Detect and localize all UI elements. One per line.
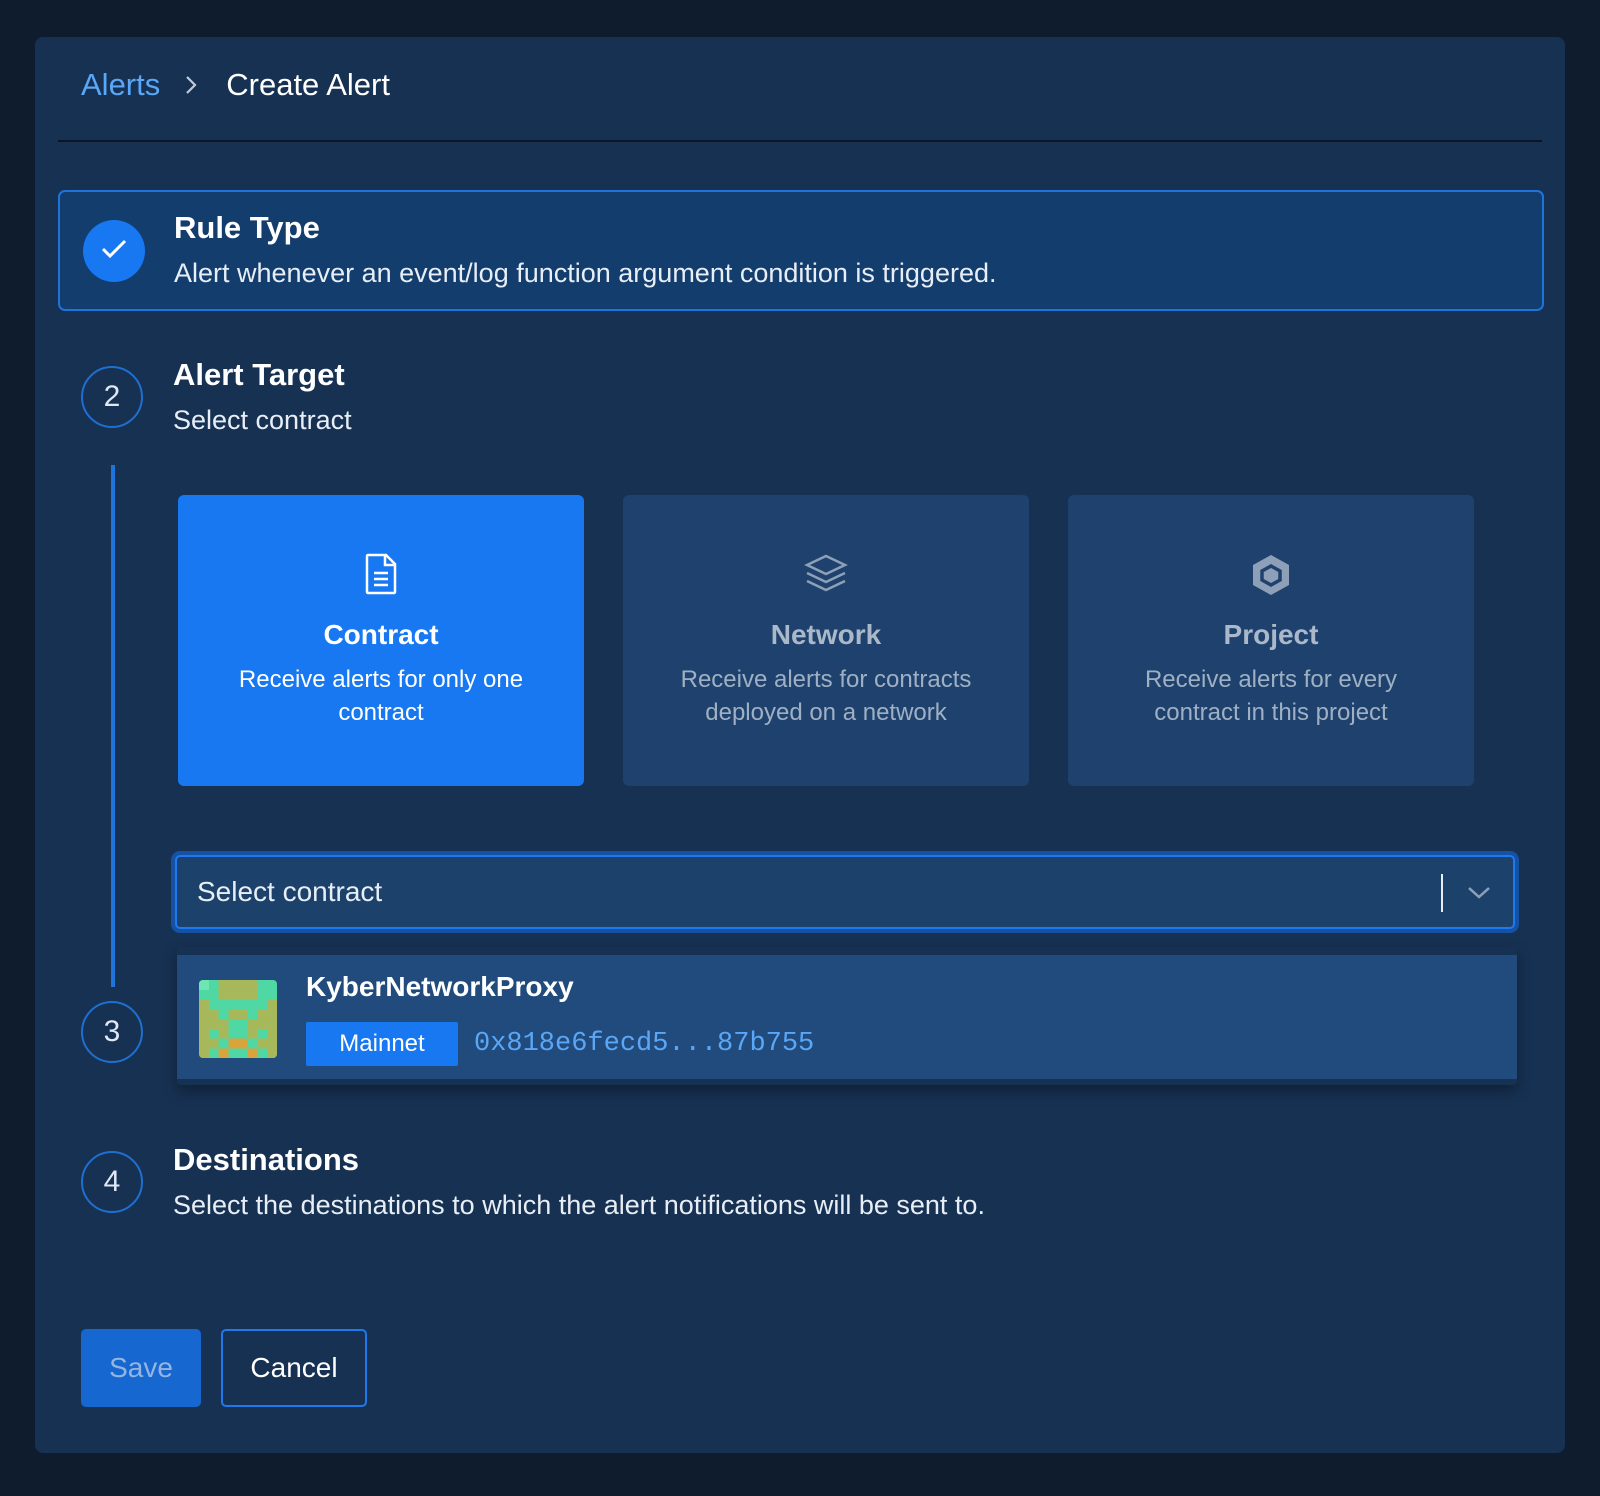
page-title: Create Alert [226, 67, 390, 102]
target-option-description: Receive alerts for only one contract [238, 666, 524, 726]
document-icon [364, 553, 398, 597]
network-badge: Mainnet [306, 1022, 458, 1066]
contract-dropdown-menu: KyberNetworkProxy Mainnet 0x818e6fecd5..… [177, 947, 1517, 1085]
contract-address: 0x818e6fecd5...87b755 [474, 1029, 815, 1059]
step-timeline [111, 465, 115, 987]
target-option-contract[interactable]: Contract Receive alerts for only one con… [178, 495, 584, 786]
step-completed-badge [83, 220, 145, 282]
contract-avatar-identicon [199, 980, 277, 1058]
contract-name: KyberNetworkProxy [306, 971, 574, 1002]
cancel-button[interactable]: Cancel [221, 1329, 367, 1407]
breadcrumb-alerts-link[interactable]: Alerts [81, 67, 160, 103]
chevron-right-icon [184, 74, 198, 96]
target-option-network[interactable]: Network Receive alerts for contracts dep… [623, 495, 1029, 786]
save-button[interactable]: Save [81, 1329, 201, 1407]
step-title: Rule Type [174, 210, 320, 245]
layers-icon [804, 553, 848, 597]
target-option-title: Contract [323, 619, 439, 650]
step-title-destinations: Destinations [173, 1142, 360, 1177]
contract-select-placeholder: Select contract [197, 876, 383, 907]
step-title-alert-target: Alert Target [173, 357, 345, 392]
breadcrumb: Alerts Create Alert [81, 67, 390, 103]
contract-option[interactable]: KyberNetworkProxy Mainnet 0x818e6fecd5..… [177, 955, 1517, 1079]
select-separator [1441, 874, 1443, 912]
step-number-4: 4 [81, 1151, 143, 1213]
create-alert-panel: Alerts Create Alert Rule Type Alert when… [35, 37, 1565, 1453]
target-option-project[interactable]: Project Receive alerts for every contrac… [1068, 495, 1474, 786]
contract-select[interactable]: Select contract [175, 855, 1515, 929]
step-rule-type[interactable]: Rule Type Alert whenever an event/log fu… [58, 190, 1544, 311]
target-option-title: Network [770, 619, 882, 650]
step-number-2: 2 [81, 366, 143, 428]
target-option-title: Project [1223, 619, 1319, 650]
target-option-description: Receive alerts for contracts deployed on… [680, 666, 972, 726]
check-icon [100, 238, 128, 265]
target-option-description: Receive alerts for every contract in thi… [1144, 666, 1398, 726]
header-divider [58, 140, 1542, 142]
step-number-3: 3 [81, 1001, 143, 1063]
chevron-down-icon[interactable] [1465, 879, 1493, 907]
step-description-alert-target: Select contract [173, 405, 352, 435]
step-description-destinations: Select the destinations to which the ale… [173, 1190, 985, 1220]
hexagon-icon [1251, 553, 1291, 597]
step-description: Alert whenever an event/log function arg… [174, 258, 997, 288]
